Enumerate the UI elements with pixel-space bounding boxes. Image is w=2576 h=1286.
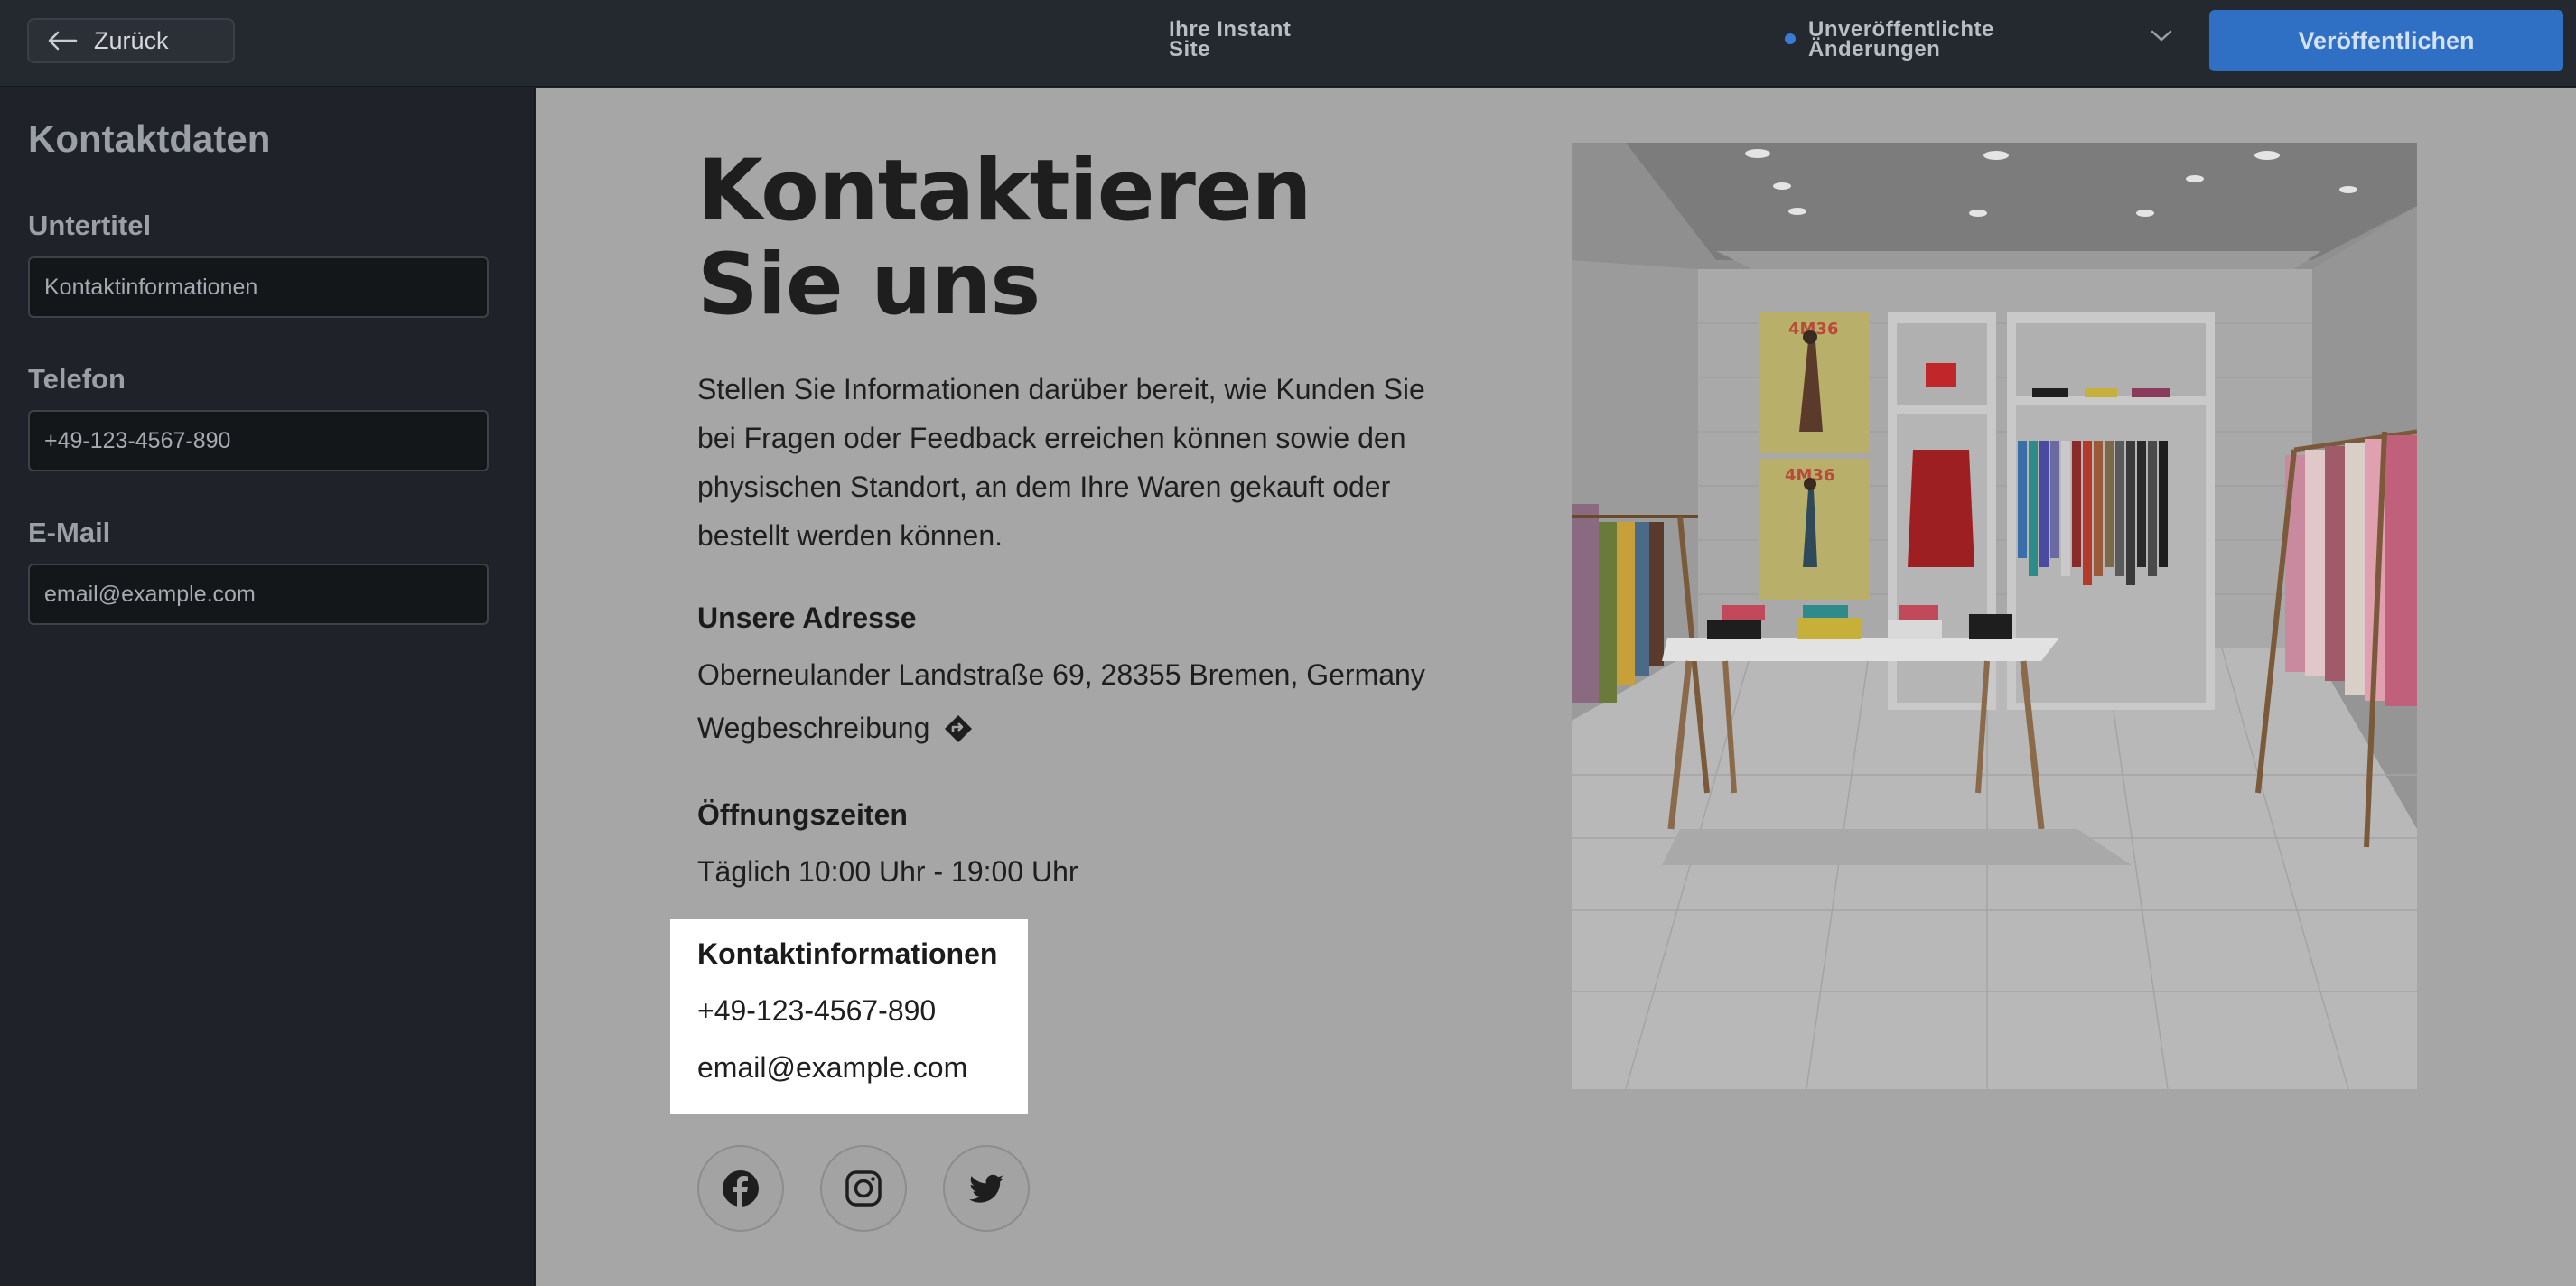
twitter-icon xyxy=(969,1174,1003,1203)
hours-label: Öffnungszeiten xyxy=(697,798,908,831)
unpublished-status[interactable]: Unveröffentlichte Änderungen xyxy=(1785,17,2016,61)
contact-email: email@example.com xyxy=(697,1051,968,1084)
subtitle-label: Untertitel xyxy=(28,210,152,241)
contact-phone: +49-123-4567-890 xyxy=(697,994,937,1027)
directions-label: Wegbeschreibung xyxy=(697,712,930,744)
page-title: Kontaktieren Sie uns xyxy=(697,142,1312,334)
email-input[interactable] xyxy=(28,564,489,625)
facebook-button[interactable] xyxy=(697,1145,784,1232)
panel-title: Kontaktdaten xyxy=(28,117,271,160)
hours-text: Täglich 10:00 Uhr - 19:00 Uhr xyxy=(697,855,1078,888)
site-title: Ihre Instant Site xyxy=(1169,17,1292,61)
directions-link[interactable]: Wegbeschreibung xyxy=(697,712,975,745)
facebook-icon xyxy=(723,1170,759,1207)
publish-button[interactable]: Veröffentlichen xyxy=(2209,10,2563,71)
status-dot-icon xyxy=(1785,33,1796,44)
status-text: Unveröffentlichte Änderungen xyxy=(1808,17,1994,61)
address-label: Unsere Adresse xyxy=(697,601,917,634)
store-image: 4M36 4M36 xyxy=(1572,143,2417,1089)
email-label: E-Mail xyxy=(28,517,111,548)
arrow-left-icon xyxy=(48,31,78,51)
contact-info-block[interactable]: Kontaktinformationen +49-123-4567-890 em… xyxy=(670,919,1028,1114)
phone-label: Telefon xyxy=(28,363,126,395)
back-button[interactable]: Zurück xyxy=(27,18,235,63)
subtitle-input[interactable] xyxy=(28,256,489,318)
address-text: Oberneulander Landstraße 69, 28355 Breme… xyxy=(697,658,1425,691)
instagram-icon xyxy=(845,1170,882,1207)
phone-input[interactable] xyxy=(28,410,489,471)
top-bar: Zurück Ihre Instant Site Unveröffentlich… xyxy=(0,0,2576,87)
page-description: Stellen Sie Informationen darüber bereit… xyxy=(697,373,1425,552)
twitter-button[interactable] xyxy=(943,1145,1030,1232)
instagram-button[interactable] xyxy=(820,1145,907,1232)
directions-icon xyxy=(945,714,973,742)
back-label: Zurück xyxy=(94,26,169,54)
contact-title: Kontaktinformationen xyxy=(697,937,998,970)
chevron-down-icon[interactable] xyxy=(2150,29,2173,43)
